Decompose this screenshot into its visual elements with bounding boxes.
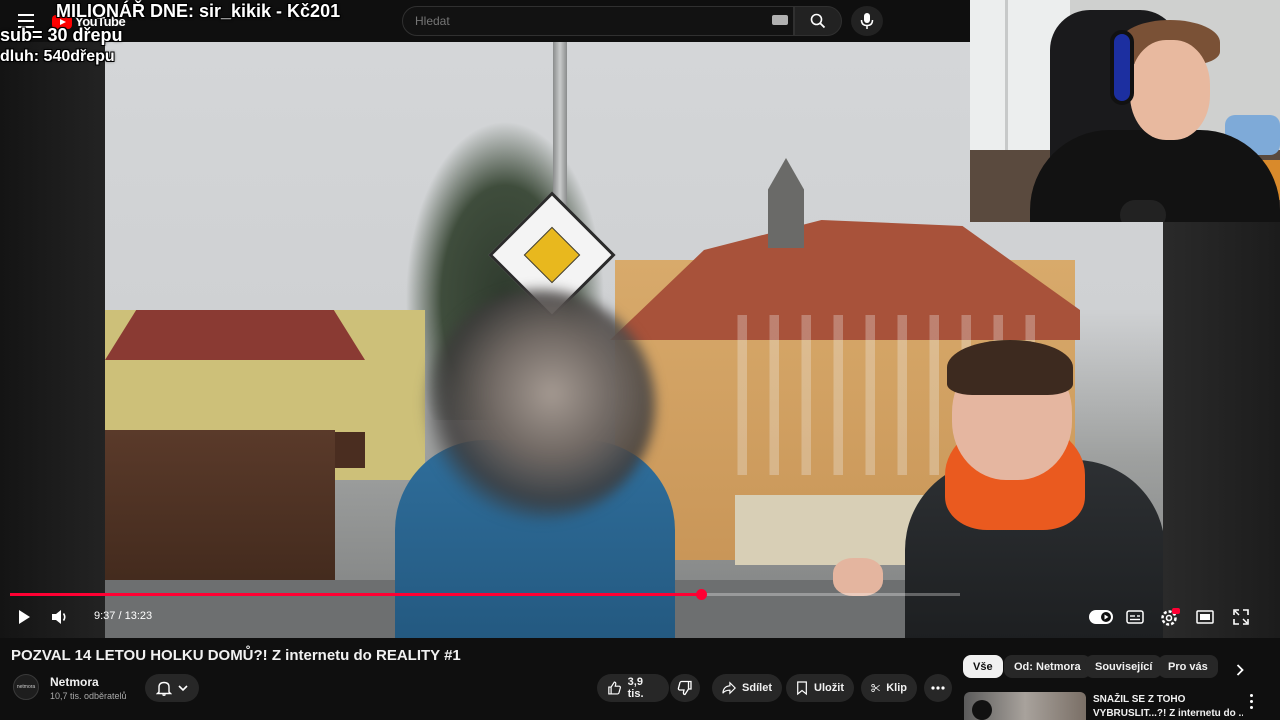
progress-bar[interactable] — [10, 589, 960, 600]
channel-name[interactable]: Netmora — [50, 675, 99, 689]
chip-from-channel[interactable]: Od: Netmora — [1004, 655, 1091, 678]
voice-search-button[interactable] — [851, 6, 883, 36]
screen: YouTube MILIONÁŘ DNE: sir_kikik - Kč201 … — [0, 0, 1280, 720]
chips-next-button[interactable] — [1228, 658, 1252, 682]
clip-button[interactable]: Klip — [861, 674, 917, 702]
scene-clock-tower — [768, 158, 804, 248]
share-icon — [722, 681, 736, 695]
save-button[interactable]: Uložit — [786, 674, 854, 702]
video-letterbox-right — [1163, 222, 1280, 638]
recommended-video-thumbnail[interactable] — [964, 692, 1086, 720]
fullscreen-icon — [1233, 609, 1249, 625]
like-button[interactable]: 3,9 tis. — [597, 674, 669, 702]
keyboard-icon[interactable] — [772, 15, 788, 25]
person-hair — [947, 340, 1073, 395]
progress-played — [10, 593, 702, 596]
play-button[interactable] — [12, 605, 36, 629]
streamer-webcam — [970, 0, 1280, 222]
microphone — [1120, 200, 1166, 222]
chip-all[interactable]: Vše — [963, 655, 1003, 678]
chip-related[interactable]: Související — [1085, 655, 1163, 678]
time-display: 9:37 / 13:23 — [94, 610, 153, 622]
video-title: POZVAL 14 LETOU HOLKU DOMŮ?! Z internetu… — [11, 647, 461, 664]
channel-avatar[interactable]: netmora — [13, 674, 39, 700]
notifications-button[interactable] — [145, 674, 199, 702]
settings-button[interactable] — [1158, 605, 1182, 629]
hand-with-phone — [833, 558, 883, 596]
stream-overlay-debt-counter: dluh: 540dřepu — [0, 48, 115, 65]
stream-overlay-sub-counter: sub= 30 dřepu — [0, 25, 123, 45]
share-button[interactable]: Sdílet — [712, 674, 782, 702]
autoplay-toggle-icon — [1089, 610, 1113, 624]
miniplayer-icon — [1196, 610, 1214, 624]
stream-overlay-title: MILIONÁŘ DNE: sir_kikik - Kč201 — [56, 1, 341, 21]
subscriber-count: 10,7 tis. odběratelů — [50, 691, 127, 701]
chevron-down-icon — [178, 685, 188, 692]
channel-logo — [972, 700, 992, 720]
dislike-button[interactable] — [670, 674, 700, 702]
chip-for-you[interactable]: Pro vás — [1158, 655, 1218, 678]
autoplay-toggle[interactable] — [1088, 605, 1114, 629]
miniplayer-button[interactable] — [1194, 605, 1216, 629]
thumbs-down-icon — [677, 680, 692, 696]
streamer-face — [1130, 40, 1210, 140]
search-input[interactable] — [402, 6, 794, 36]
volume-button[interactable] — [48, 605, 72, 629]
bell-icon — [156, 681, 172, 696]
play-icon — [19, 610, 30, 624]
scene-house-roof — [105, 310, 365, 360]
recommended-video-title[interactable]: SNAŽIL SE Z TOHO VYBRUSLIT...?! Z intern… — [1093, 693, 1243, 720]
like-count: 3,9 tis. — [627, 676, 644, 700]
more-horizontal-icon — [931, 686, 945, 690]
fullscreen-button[interactable] — [1230, 605, 1252, 629]
progress-scrubber[interactable] — [695, 589, 707, 600]
scissors-icon — [871, 683, 880, 693]
recommended-more-icon[interactable] — [1244, 692, 1258, 710]
search-button[interactable] — [794, 6, 842, 36]
blurred-face — [425, 290, 655, 520]
settings-icon — [1161, 608, 1180, 626]
search-icon — [810, 13, 826, 29]
video-letterbox-left — [0, 40, 105, 638]
bookmark-icon — [797, 681, 807, 696]
more-actions-button[interactable] — [924, 674, 952, 702]
subtitles-button[interactable] — [1124, 605, 1146, 629]
subtitles-icon — [1126, 610, 1144, 624]
headset — [1110, 30, 1134, 105]
microphone-icon — [860, 13, 874, 29]
thumbs-up-icon — [608, 681, 621, 695]
chevron-right-icon — [1236, 664, 1244, 676]
volume-icon — [52, 610, 66, 624]
